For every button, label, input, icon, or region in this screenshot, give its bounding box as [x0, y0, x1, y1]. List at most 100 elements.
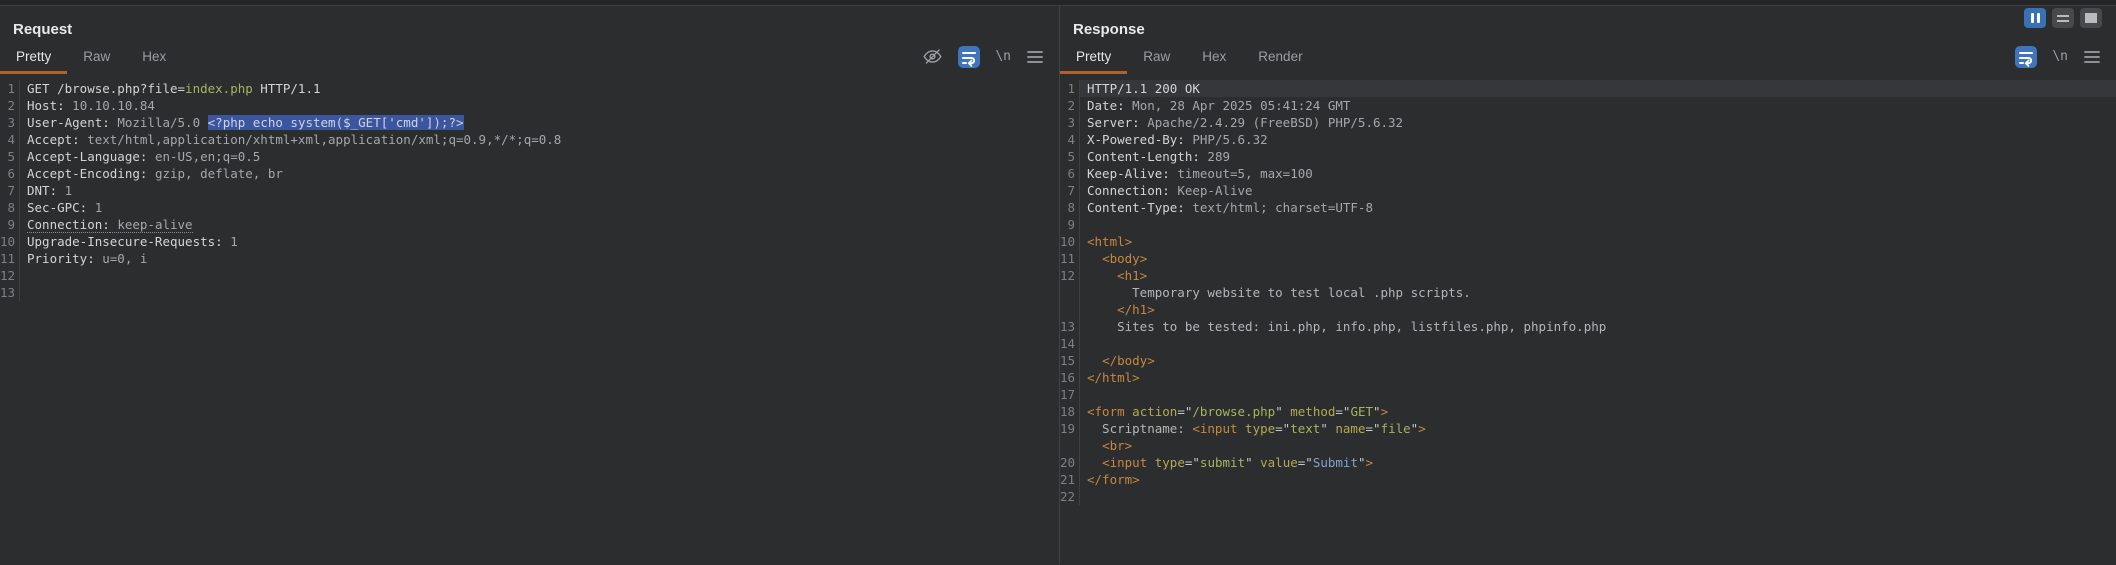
code-line[interactable]: 7Connection: Keep-Alive [1060, 182, 2116, 199]
code-segment: " [1275, 404, 1283, 419]
code-segment: timeout=5, max=100 [1170, 166, 1313, 181]
code-line[interactable]: Temporary website to test local .php scr… [1060, 284, 2116, 301]
response-tab-raw[interactable]: Raw [1127, 42, 1186, 74]
code-line[interactable]: 18<form action="/browse.php" method="GET… [1060, 403, 2116, 420]
code-segment: keep-alive [110, 217, 193, 233]
code-line[interactable]: 22 [1060, 488, 2116, 505]
request-tab-hex[interactable]: Hex [126, 42, 182, 74]
code-line[interactable]: 13 [0, 284, 1059, 301]
code-text: Content-Type: text/html; charset=UTF-8 [1080, 199, 2116, 216]
message-editor-split: Request Pretty Raw Hex [0, 6, 2116, 564]
code-line[interactable]: 6Accept-Encoding: gzip, deflate, br [0, 165, 1059, 182]
response-header: Response [1060, 6, 2116, 39]
pause-button[interactable] [2024, 8, 2046, 28]
code-segment: =" [1335, 404, 1350, 419]
line-number: 16 [1060, 369, 1080, 386]
request-tab-pretty[interactable]: Pretty [0, 42, 67, 74]
code-line[interactable]: </h1> [1060, 301, 2116, 318]
code-segment: 1 [57, 183, 72, 198]
code-line[interactable]: 1HTTP/1.1 200 OK [1060, 80, 2116, 97]
code-line[interactable]: 2Host: 10.10.10.84 [0, 97, 1059, 114]
code-segment: " [1358, 455, 1366, 470]
code-text: Keep-Alive: timeout=5, max=100 [1080, 165, 2116, 182]
code-text: Priority: u=0, i [20, 250, 1059, 267]
code-text [1080, 386, 2116, 403]
code-line[interactable]: 6Keep-Alive: timeout=5, max=100 [1060, 165, 2116, 182]
line-number: 20 [1060, 454, 1080, 471]
response-tab-render[interactable]: Render [1242, 42, 1318, 74]
code-segment: en-US,en;q=0.5 [147, 149, 260, 164]
code-line[interactable]: 17 [1060, 386, 2116, 403]
code-segment [1087, 268, 1117, 283]
code-line[interactable]: 2Date: Mon, 28 Apr 2025 05:41:24 GMT [1060, 97, 2116, 114]
code-segment: <body> [1102, 251, 1147, 266]
code-line[interactable]: 8Content-Type: text/html; charset=UTF-8 [1060, 199, 2116, 216]
code-segment [1087, 302, 1117, 317]
response-pane: Response Pretty Raw Hex Render \n [1060, 6, 2116, 564]
code-text [1080, 335, 2116, 352]
line-number: 14 [1060, 335, 1080, 352]
code-line[interactable]: 7DNT: 1 [0, 182, 1059, 199]
window-controls [2024, 8, 2102, 28]
word-wrap-icon[interactable] [958, 46, 980, 68]
response-title: Response [1073, 21, 2103, 39]
code-line[interactable]: 13 Sites to be tested: ini.php, info.php… [1060, 318, 2116, 335]
code-line[interactable]: 16</html> [1060, 369, 2116, 386]
request-tab-raw[interactable]: Raw [67, 42, 126, 74]
code-line[interactable]: 4X-Powered-By: PHP/5.6.32 [1060, 131, 2116, 148]
code-segment: text/html,application/xhtml+xml,applicat… [80, 132, 562, 147]
code-segment: <input [1192, 421, 1237, 436]
code-line[interactable]: 21</form> [1060, 471, 2116, 488]
code-line[interactable]: 12 [0, 267, 1059, 284]
code-line[interactable]: 10Upgrade-Insecure-Requests: 1 [0, 233, 1059, 250]
word-wrap-icon[interactable] [2015, 46, 2037, 68]
code-segment: Mozilla/5.0 [110, 115, 208, 130]
newline-icon[interactable]: \n [995, 49, 1011, 64]
code-segment: Content-Length: [1087, 149, 1200, 164]
code-line[interactable]: 9 [1060, 216, 2116, 233]
code-line[interactable]: 8Sec-GPC: 1 [0, 199, 1059, 216]
code-line[interactable]: <br> [1060, 437, 2116, 454]
code-segment: action [1125, 404, 1178, 419]
eye-off-icon[interactable] [922, 46, 943, 67]
code-line[interactable]: 10<html> [1060, 233, 2116, 250]
code-text: </h1> [1080, 301, 2116, 318]
response-tab-pretty[interactable]: Pretty [1060, 42, 1127, 74]
code-line[interactable]: 14 [1060, 335, 2116, 352]
code-segment: Connection: [27, 217, 110, 233]
line-number: 11 [1060, 250, 1080, 267]
code-line[interactable]: 5Accept-Language: en-US,en;q=0.5 [0, 148, 1059, 165]
lines-button[interactable] [2052, 8, 2074, 28]
response-editor[interactable]: 1HTTP/1.1 200 OK2Date: Mon, 28 Apr 2025 … [1060, 74, 2116, 505]
code-line[interactable]: 15 </body> [1060, 352, 2116, 369]
code-line[interactable]: 5Content-Length: 289 [1060, 148, 2116, 165]
code-line[interactable]: 4Accept: text/html,application/xhtml+xml… [0, 131, 1059, 148]
code-text: User-Agent: Mozilla/5.0 <?php echo syste… [20, 114, 1059, 131]
menu-icon[interactable] [2083, 49, 2101, 65]
menu-icon[interactable] [1026, 49, 1044, 65]
code-segment: 289 [1200, 149, 1230, 164]
request-editor[interactable]: 1GET /browse.php?file=index.php HTTP/1.1… [0, 74, 1059, 301]
code-text [1080, 488, 2116, 505]
code-line[interactable]: 3Server: Apache/2.4.29 (FreeBSD) PHP/5.6… [1060, 114, 2116, 131]
code-line[interactable]: 12 <h1> [1060, 267, 2116, 284]
code-segment: Apache/2.4.29 (FreeBSD) PHP/5.6.32 [1140, 115, 1403, 130]
line-number: 3 [1060, 114, 1080, 131]
code-text: Upgrade-Insecure-Requests: 1 [20, 233, 1059, 250]
code-line[interactable]: 11Priority: u=0, i [0, 250, 1059, 267]
response-tab-hex[interactable]: Hex [1186, 42, 1242, 74]
code-line[interactable]: 20 <input type="submit" value="Submit"> [1060, 454, 2116, 471]
line-number [1060, 301, 1080, 318]
code-line[interactable]: 19 Scriptname: <input type="text" name="… [1060, 420, 2116, 437]
code-line[interactable]: 11 <body> [1060, 250, 2116, 267]
code-line[interactable]: 1GET /browse.php?file=index.php HTTP/1.1 [0, 80, 1059, 97]
code-segment: =" [1177, 404, 1192, 419]
code-line[interactable]: 3User-Agent: Mozilla/5.0 <?php echo syst… [0, 114, 1059, 131]
code-segment: > [1366, 455, 1374, 470]
square-button[interactable] [2080, 8, 2102, 28]
code-segment: </body> [1102, 353, 1155, 368]
code-text: Connection: keep-alive [20, 216, 1059, 233]
newline-icon[interactable]: \n [2052, 49, 2068, 64]
response-tabbar: Pretty Raw Hex Render \n [1060, 42, 2116, 74]
code-line[interactable]: 9Connection: keep-alive [0, 216, 1059, 233]
